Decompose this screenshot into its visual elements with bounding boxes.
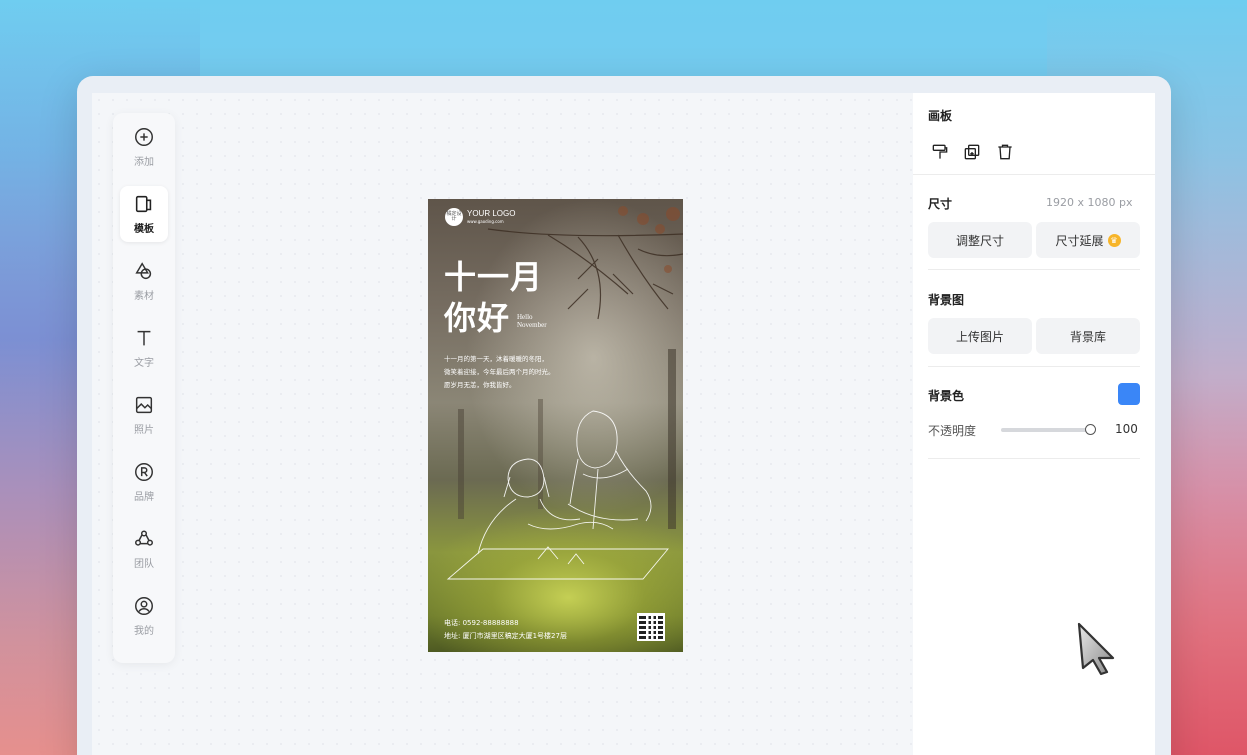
rail-item-photo[interactable]: 照片 [120, 387, 168, 443]
size-value: 1920 x 1080 px [1046, 196, 1133, 209]
poster-title-line1: 十一月 [444, 258, 544, 296]
opacity-label: 不透明度 [928, 424, 977, 438]
poster-qr-code [637, 613, 665, 641]
panel-divider-4 [928, 458, 1140, 459]
delete-button[interactable] [995, 142, 1015, 162]
text-icon [137, 330, 151, 346]
bg-image-label: 背景图 [928, 293, 965, 307]
artboard-section-title: 画板 [928, 109, 953, 123]
rail-label-photo: 照片 [134, 425, 154, 436]
size-extend-button[interactable]: 尺寸延展 ♛ [1036, 222, 1140, 258]
format-painter-button[interactable] [930, 142, 950, 162]
size-extend-button-label: 尺寸延展 [1055, 233, 1104, 248]
poster-body-line2: 微笑着迎接，今年最后两个月的时光。 [444, 368, 555, 376]
opacity-slider-thumb[interactable] [1085, 424, 1096, 435]
opacity-value: 100 [1115, 422, 1138, 436]
poster-phone: 电话: 0592-88888888 [444, 619, 519, 627]
tool-rail: 添加 模板 素材 文字 照片 品牌 团队 我的 [113, 113, 175, 663]
poster-hello-text: Hello November [517, 313, 547, 329]
background-library-button[interactable]: 背景库 [1036, 318, 1140, 354]
plus-circle-icon [135, 128, 153, 146]
resize-button[interactable]: 调整尺寸 [928, 222, 1032, 258]
crown-icon: ♛ [1107, 233, 1121, 247]
poster-address: 地址: 厦门市湖里区稿定大厦1号楼27层 [444, 632, 567, 640]
rail-label-brand: 品牌 [134, 492, 154, 503]
format-painter-icon [932, 144, 948, 159]
resize-button-label: 调整尺寸 [955, 233, 1004, 248]
rail-label-mine: 我的 [134, 626, 154, 637]
rail-label-text: 文字 [134, 358, 154, 369]
bg-color-label: 背景色 [928, 389, 965, 403]
shapes-icon [135, 262, 152, 280]
duplicate-icon [964, 144, 980, 160]
rail-label-template: 模板 [134, 224, 154, 235]
size-label: 尺寸 [928, 197, 953, 211]
bg-color-swatch[interactable] [1118, 383, 1140, 405]
panel-divider-3 [928, 366, 1140, 367]
rail-item-add[interactable]: 添加 [120, 119, 168, 175]
rail-item-material[interactable]: 素材 [120, 253, 168, 309]
rail-label-material: 素材 [134, 291, 154, 302]
template-icon [135, 195, 152, 213]
opacity-slider-track[interactable] [1001, 428, 1093, 432]
upload-image-button[interactable]: 上传图片 [928, 318, 1032, 354]
rail-item-text[interactable]: 文字 [120, 320, 168, 376]
rail-label-team: 团队 [134, 559, 154, 570]
registered-icon [135, 463, 153, 481]
poster-body-line3: 愿岁月无恙，你我皆好。 [444, 381, 516, 389]
poster-hello-line1: Hello [517, 313, 533, 321]
poster-logo-badge: 橘定设计 [445, 208, 463, 226]
poster-body-line1: 十一月的第一天，沐着暖暖的冬阳， [444, 355, 548, 363]
poster-hello-line2: November [517, 321, 547, 329]
poster-title-line2: 你好 [444, 299, 511, 337]
panel-divider-1 [913, 174, 1155, 175]
image-icon [135, 396, 153, 414]
trash-icon [998, 144, 1012, 160]
panel-divider-2 [928, 269, 1140, 270]
mother-child-line-illustration [446, 410, 669, 580]
team-icon [135, 530, 153, 546]
poster-logo-url: www.gaoding.com [467, 219, 504, 224]
rail-label-add: 添加 [134, 157, 154, 168]
rail-item-mine[interactable]: 我的 [120, 588, 168, 644]
rail-item-brand[interactable]: 品牌 [120, 454, 168, 510]
rail-item-team[interactable]: 团队 [120, 521, 168, 577]
mouse-pointer-icon [1077, 622, 1115, 676]
rail-item-template[interactable]: 模板 [120, 186, 168, 242]
user-icon [135, 597, 153, 615]
background-library-button-label: 背景库 [1069, 329, 1106, 344]
duplicate-button[interactable] [962, 142, 982, 162]
poster-artboard[interactable]: 橘定设计 YOUR LOGO www.gaoding.com 十一月 你好 He… [428, 199, 683, 652]
upload-image-button-label: 上传图片 [955, 329, 1004, 344]
poster-logo-text: YOUR LOGO [467, 209, 516, 218]
